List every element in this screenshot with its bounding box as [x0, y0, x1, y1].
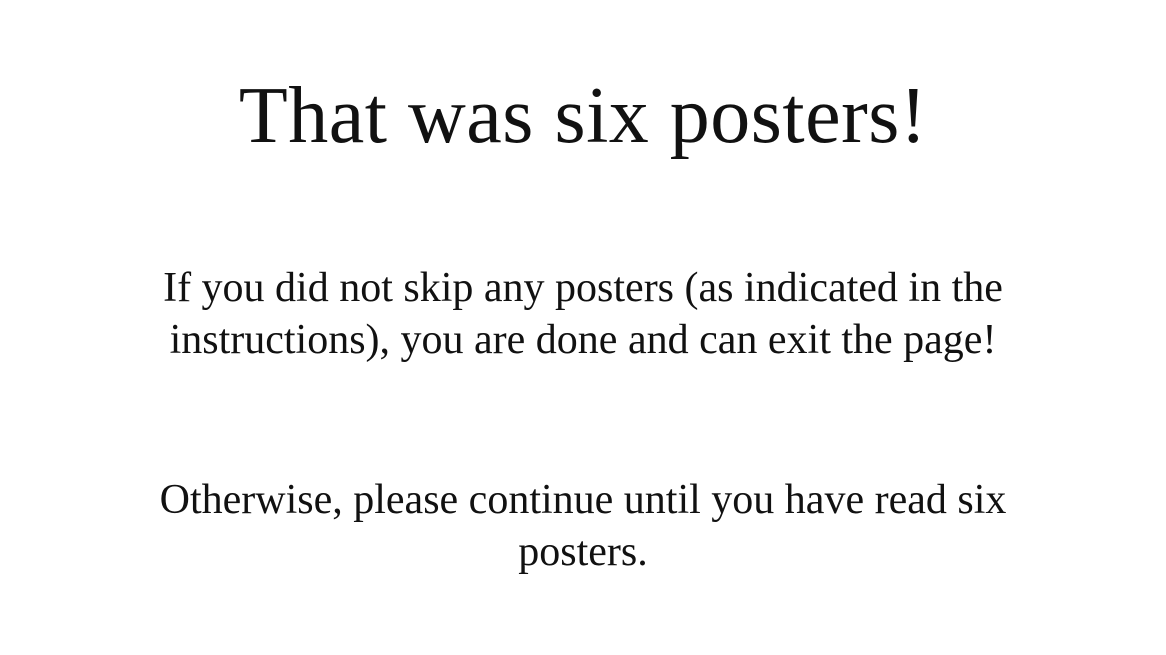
- continue-message: Otherwise, please continue until you hav…: [159, 477, 1007, 575]
- slide: That was six posters! If you did not ski…: [0, 0, 1166, 655]
- slide-title: That was six posters!: [238, 72, 928, 160]
- completion-message: If you did not skip any posters (as indi…: [163, 265, 1003, 363]
